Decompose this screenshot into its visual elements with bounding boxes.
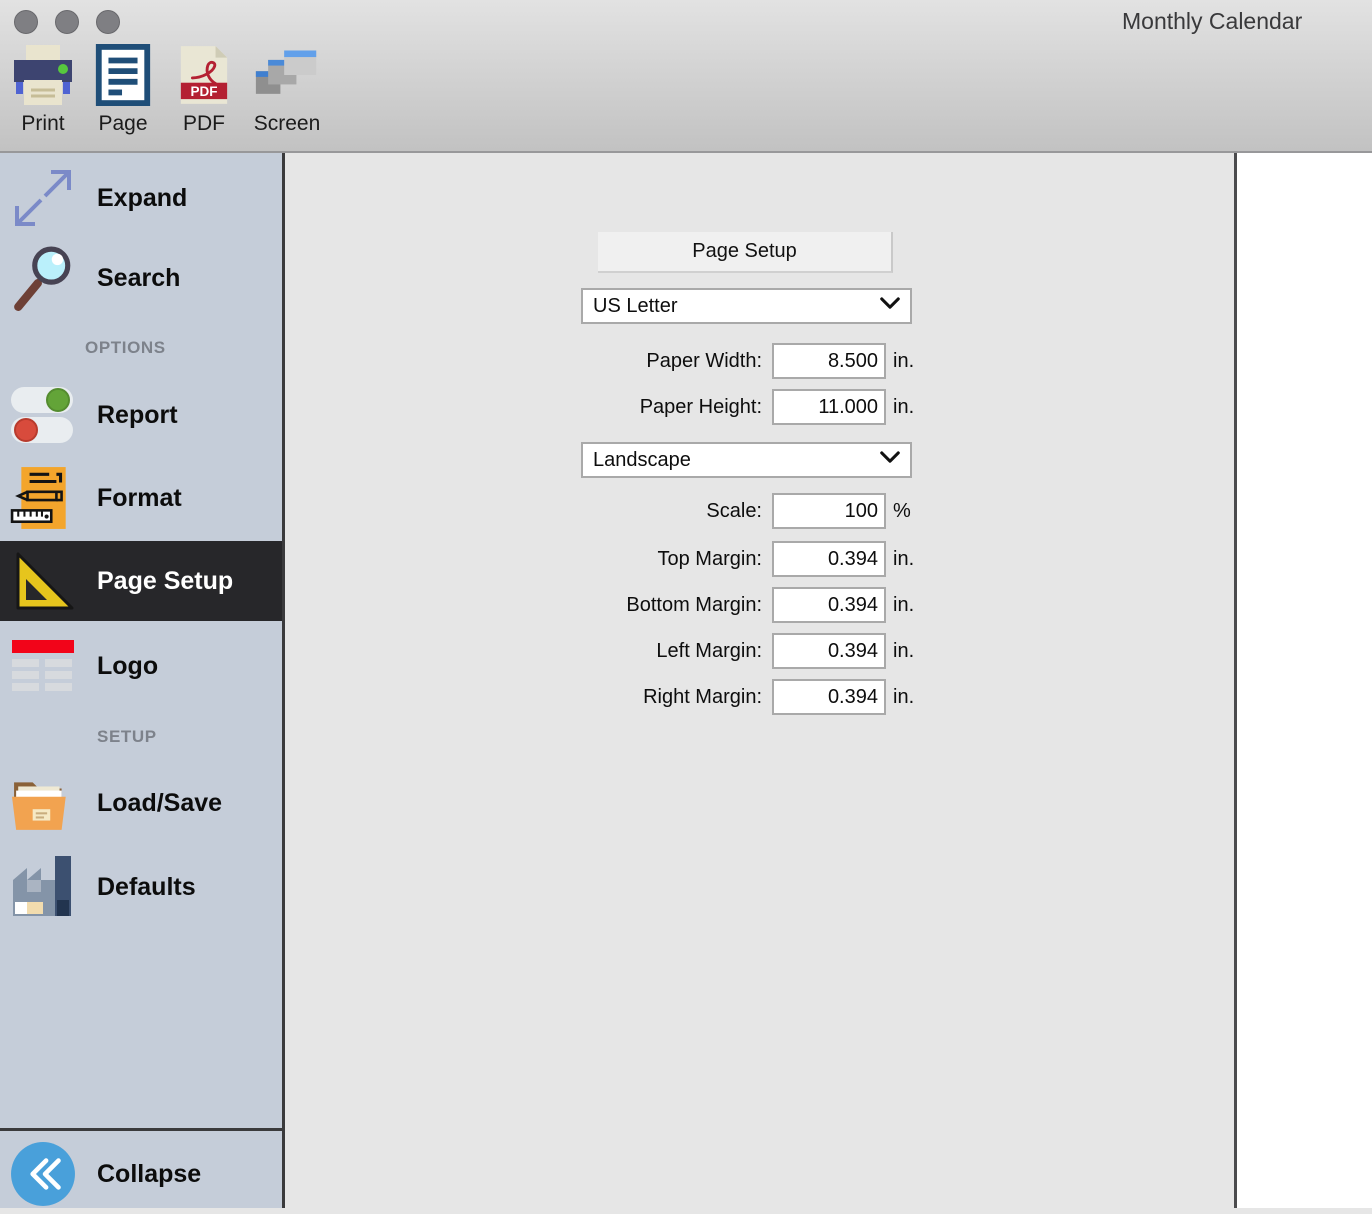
orientation-select[interactable]: Landscape (581, 442, 912, 478)
left-margin-input[interactable] (772, 633, 886, 669)
right-margin-input[interactable] (772, 679, 886, 715)
toolbar-print-label: Print (21, 112, 64, 136)
sidebar-section-setup: SETUP (97, 727, 157, 747)
sidebar-item-defaults[interactable]: Defaults (0, 847, 282, 927)
sidebar-item-label: Collapse (97, 1160, 201, 1189)
left-margin-unit: in. (893, 640, 914, 663)
window-title: Monthly Calendar (1122, 8, 1302, 35)
toolbar-page-label: Page (98, 112, 147, 136)
orientation-value: Landscape (583, 449, 691, 472)
set-square-icon (8, 546, 78, 616)
paper-width-label: Paper Width: (285, 350, 762, 373)
top-margin-input[interactable] (772, 541, 886, 577)
page-setup-tab[interactable]: Page Setup (598, 232, 893, 273)
sidebar-item-expand[interactable]: Expand (0, 158, 282, 238)
paper-width-row: Paper Width: in. (285, 343, 914, 379)
scale-input[interactable] (772, 493, 886, 529)
bottom-margin-unit: in. (893, 594, 914, 617)
chevron-down-icon (879, 296, 901, 316)
sidebar-item-label: Format (97, 484, 182, 513)
paper-size-select[interactable]: US Letter (581, 288, 912, 324)
scale-unit: % (893, 500, 911, 523)
sidebar-item-report[interactable]: Report (0, 375, 282, 455)
left-margin-row: Left Margin: in. (285, 633, 914, 669)
search-icon (8, 243, 78, 313)
window-controls (14, 10, 120, 34)
toggles-icon (8, 380, 78, 450)
sidebar-item-label: Search (97, 264, 180, 293)
paper-height-row: Paper Height: in. (285, 389, 914, 425)
top-margin-row: Top Margin: in. (285, 541, 914, 577)
factory-icon (8, 852, 78, 922)
screen-icon (254, 42, 320, 108)
print-icon (10, 42, 76, 108)
sidebar-item-search[interactable]: Search (0, 238, 282, 318)
toolbar-page-button[interactable]: Page (88, 42, 158, 136)
preview-pane (1237, 153, 1372, 1208)
sidebar-item-load-save[interactable]: Load/Save (0, 763, 282, 843)
sidebar-item-label: Load/Save (97, 789, 222, 818)
bottom-margin-input[interactable] (772, 587, 886, 623)
window-zoom-button[interactable] (96, 10, 120, 34)
right-margin-label: Right Margin: (285, 686, 762, 709)
sidebar-item-format[interactable]: Format (0, 458, 282, 538)
sidebar-item-label: Report (97, 401, 178, 430)
collapse-icon (8, 1139, 78, 1209)
paper-height-input[interactable] (772, 389, 886, 425)
svg-text:PDF: PDF (191, 84, 218, 99)
page-icon (90, 42, 156, 108)
scale-label: Scale: (285, 500, 762, 523)
page-setup-panel: Page Setup US Letter Paper Width: in. Pa… (285, 153, 1234, 1208)
sidebar-item-label: Expand (97, 184, 187, 213)
expand-icon (8, 163, 78, 233)
paper-width-unit: in. (893, 350, 914, 373)
sidebar-collapse-button[interactable]: Collapse (0, 1134, 282, 1214)
paper-size-value: US Letter (583, 295, 677, 318)
sidebar-item-label: Logo (97, 652, 158, 681)
scale-row: Scale: % (285, 493, 911, 529)
folder-icon (8, 768, 78, 838)
top-margin-label: Top Margin: (285, 548, 762, 571)
format-icon (8, 463, 78, 533)
toolbar-pdf-button[interactable]: PDF PDF (173, 42, 235, 136)
paper-height-label: Paper Height: (285, 396, 762, 419)
right-margin-unit: in. (893, 686, 914, 709)
pdf-icon: PDF (171, 42, 237, 108)
toolbar-screen-button[interactable]: Screen (243, 42, 331, 136)
window-close-button[interactable] (14, 10, 38, 34)
paper-height-unit: in. (893, 396, 914, 419)
logo-icon (8, 631, 78, 701)
sidebar-item-label: Page Setup (97, 567, 233, 596)
sidebar-divider (0, 1128, 285, 1131)
sidebar: Expand Search OPTIONS Report (0, 153, 285, 1208)
sidebar-item-label: Defaults (97, 873, 196, 902)
sidebar-item-logo[interactable]: Logo (0, 626, 282, 706)
paper-width-input[interactable] (772, 343, 886, 379)
toolbar-pdf-label: PDF (183, 112, 225, 136)
sidebar-item-page-setup[interactable]: Page Setup (0, 541, 282, 621)
bottom-margin-row: Bottom Margin: in. (285, 587, 914, 623)
chevron-down-icon (879, 450, 901, 470)
left-margin-label: Left Margin: (285, 640, 762, 663)
window-minimize-button[interactable] (55, 10, 79, 34)
toolbar-print-button[interactable]: Print (10, 42, 76, 136)
toolbar-screen-label: Screen (254, 112, 321, 136)
sidebar-section-options: OPTIONS (85, 338, 166, 358)
top-margin-unit: in. (893, 548, 914, 571)
bottom-margin-label: Bottom Margin: (285, 594, 762, 617)
right-margin-row: Right Margin: in. (285, 679, 914, 715)
title-bar: Monthly Calendar Print (0, 0, 1372, 153)
